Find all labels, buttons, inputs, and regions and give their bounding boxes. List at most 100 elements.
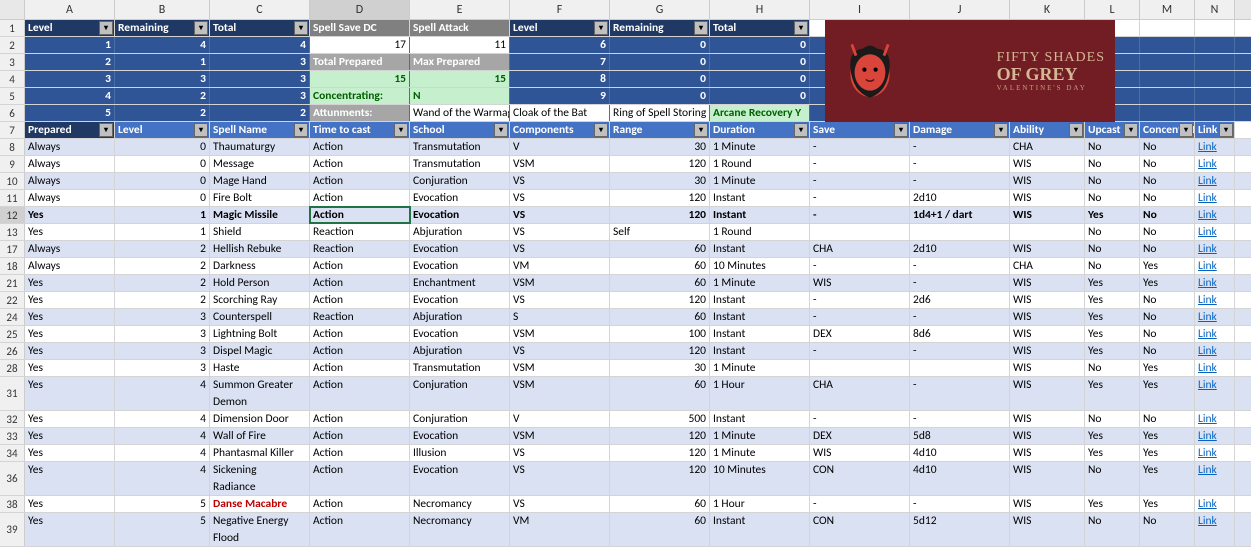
cell-save[interactable]: - bbox=[810, 343, 910, 359]
cell-range[interactable]: 60 bbox=[610, 377, 710, 410]
cell-components[interactable]: VSM bbox=[510, 428, 610, 444]
cell-components[interactable]: VS bbox=[510, 343, 610, 359]
cell-prepared[interactable]: Always bbox=[25, 258, 115, 274]
cell-link[interactable]: Link bbox=[1195, 428, 1235, 444]
cell-components[interactable]: VS bbox=[510, 241, 610, 257]
cell-save[interactable] bbox=[810, 224, 910, 240]
row-header[interactable]: 4 bbox=[0, 71, 25, 87]
spell-link[interactable]: Link bbox=[1198, 446, 1217, 460]
cell-upcast[interactable]: No bbox=[1085, 224, 1140, 240]
cell-concentration[interactable]: No bbox=[1140, 207, 1195, 223]
spell-link[interactable]: Link bbox=[1198, 327, 1217, 341]
cell-save[interactable]: - bbox=[810, 496, 910, 512]
cell-ability[interactable]: WIS bbox=[1010, 207, 1085, 223]
spell-link[interactable]: Link bbox=[1198, 378, 1217, 392]
cell-components[interactable]: V bbox=[510, 139, 610, 155]
cell-upcast[interactable]: Yes bbox=[1085, 207, 1140, 223]
cell-components[interactable]: VS bbox=[510, 190, 610, 206]
cell-ability[interactable]: WIS bbox=[1010, 445, 1085, 461]
cell-concentration[interactable]: Yes bbox=[1140, 360, 1195, 376]
spell-link[interactable]: Link bbox=[1198, 242, 1217, 256]
cell-prepared[interactable]: Yes bbox=[25, 309, 115, 325]
attunement-2[interactable]: Cloak of the Bat bbox=[510, 105, 610, 121]
row-header[interactable]: 33 bbox=[0, 428, 25, 444]
cell-upcast[interactable]: Yes bbox=[1085, 343, 1140, 359]
filter-icon[interactable]: ▾ bbox=[194, 123, 208, 137]
cell-ability[interactable]: WIS bbox=[1010, 377, 1085, 410]
cell-time-to-cast[interactable]: Action bbox=[310, 411, 410, 427]
cell-save[interactable]: - bbox=[810, 190, 910, 206]
row-header[interactable]: 5 bbox=[0, 88, 25, 104]
row-header[interactable]: 22 bbox=[0, 292, 25, 308]
th-save[interactable]: Save▾ bbox=[810, 122, 910, 138]
col-header-H[interactable]: H bbox=[710, 0, 810, 19]
cell-time-to-cast[interactable]: Action bbox=[310, 343, 410, 359]
cell-link[interactable]: Link bbox=[1195, 139, 1235, 155]
cell-concentration[interactable]: Yes bbox=[1140, 275, 1195, 291]
cell-damage[interactable]: - bbox=[910, 156, 1010, 172]
row-header[interactable]: 11 bbox=[0, 190, 25, 206]
cell-save[interactable]: CON bbox=[810, 462, 910, 495]
attunement-3[interactable]: Ring of Spell Storing bbox=[610, 105, 710, 121]
cell-damage[interactable]: 8d6 bbox=[910, 326, 1010, 342]
cell-ability[interactable]: WIS bbox=[1010, 309, 1085, 325]
cell-components[interactable]: VS bbox=[510, 173, 610, 189]
attunements-label[interactable]: Attunments: bbox=[310, 105, 410, 121]
cell-ability[interactable]: CHA bbox=[1010, 139, 1085, 155]
cell-ability[interactable]: WIS bbox=[1010, 190, 1085, 206]
cell-school[interactable]: Enchantment bbox=[410, 275, 510, 291]
cell-level[interactable]: 4 bbox=[115, 428, 210, 444]
cell-prepared[interactable]: Always bbox=[25, 139, 115, 155]
cell-duration[interactable]: 1 Minute bbox=[710, 360, 810, 376]
cell-school[interactable]: Evocation bbox=[410, 207, 510, 223]
row-header[interactable]: 9 bbox=[0, 156, 25, 172]
arcane-recovery[interactable]: Arcane Recovery Y bbox=[710, 105, 810, 121]
cell-prepared[interactable]: Always bbox=[25, 190, 115, 206]
cell-components[interactable]: VS bbox=[510, 207, 610, 223]
row-header[interactable]: 31 bbox=[0, 377, 25, 410]
cell-level[interactable]: 4 bbox=[115, 377, 210, 410]
cell-time-to-cast[interactable]: Action bbox=[310, 462, 410, 495]
cell-spell-name[interactable]: Phantasmal Killer bbox=[210, 445, 310, 461]
cell-time-to-cast[interactable]: Action bbox=[310, 292, 410, 308]
slot-total-header[interactable]: Total▾ bbox=[210, 20, 310, 36]
cell-damage[interactable]: - bbox=[910, 173, 1010, 189]
th-school[interactable]: School▾ bbox=[410, 122, 510, 138]
cell-duration[interactable]: 1 Minute bbox=[710, 445, 810, 461]
th-concentration[interactable]: Concentration▾ bbox=[1140, 122, 1195, 138]
cell-school[interactable]: Abjuration bbox=[410, 343, 510, 359]
cell-prepared[interactable]: Yes bbox=[25, 445, 115, 461]
cell-save[interactable]: CON bbox=[810, 513, 910, 546]
cell-spell-name[interactable]: Wall of Fire bbox=[210, 428, 310, 444]
cell-upcast[interactable]: No bbox=[1085, 173, 1140, 189]
cell-range[interactable]: 60 bbox=[610, 496, 710, 512]
cell-link[interactable]: Link bbox=[1195, 496, 1235, 512]
cell-ability[interactable]: WIS bbox=[1010, 292, 1085, 308]
cell-range[interactable]: 60 bbox=[610, 241, 710, 257]
cell-concentration[interactable]: Yes bbox=[1140, 258, 1195, 274]
embedded-image[interactable]: FIFTY SHADES OF GREY VALENTINE'S DAY bbox=[825, 20, 1115, 122]
cell-concentration[interactable]: No bbox=[1140, 411, 1195, 427]
cell-school[interactable]: Necromancy bbox=[410, 496, 510, 512]
filter-icon[interactable]: ▾ bbox=[99, 21, 113, 35]
th-damage[interactable]: Damage▾ bbox=[910, 122, 1010, 138]
cell-school[interactable]: Transmutation bbox=[410, 156, 510, 172]
cell-concentration[interactable]: No bbox=[1140, 139, 1195, 155]
cell-save[interactable]: CHA bbox=[810, 377, 910, 410]
cell-ability[interactable]: WIS bbox=[1010, 513, 1085, 546]
cell-level[interactable]: 4 bbox=[115, 411, 210, 427]
th-components[interactable]: Components▾ bbox=[510, 122, 610, 138]
row-header[interactable]: 7 bbox=[0, 122, 25, 138]
cell-link[interactable]: Link bbox=[1195, 343, 1235, 359]
cell-level[interactable]: 2 bbox=[115, 241, 210, 257]
cell-upcast[interactable]: Yes bbox=[1085, 309, 1140, 325]
cell-link[interactable]: Link bbox=[1195, 462, 1235, 495]
cell-ability[interactable]: WIS bbox=[1010, 360, 1085, 376]
cell-damage[interactable]: - bbox=[910, 411, 1010, 427]
cell-school[interactable]: Conjuration bbox=[410, 377, 510, 410]
cell-duration[interactable]: Instant bbox=[710, 190, 810, 206]
th-duration[interactable]: Duration▾ bbox=[710, 122, 810, 138]
row-header[interactable]: 12 bbox=[0, 207, 25, 223]
cell-spell-name[interactable]: Hold Person bbox=[210, 275, 310, 291]
cell-upcast[interactable]: No bbox=[1085, 513, 1140, 546]
